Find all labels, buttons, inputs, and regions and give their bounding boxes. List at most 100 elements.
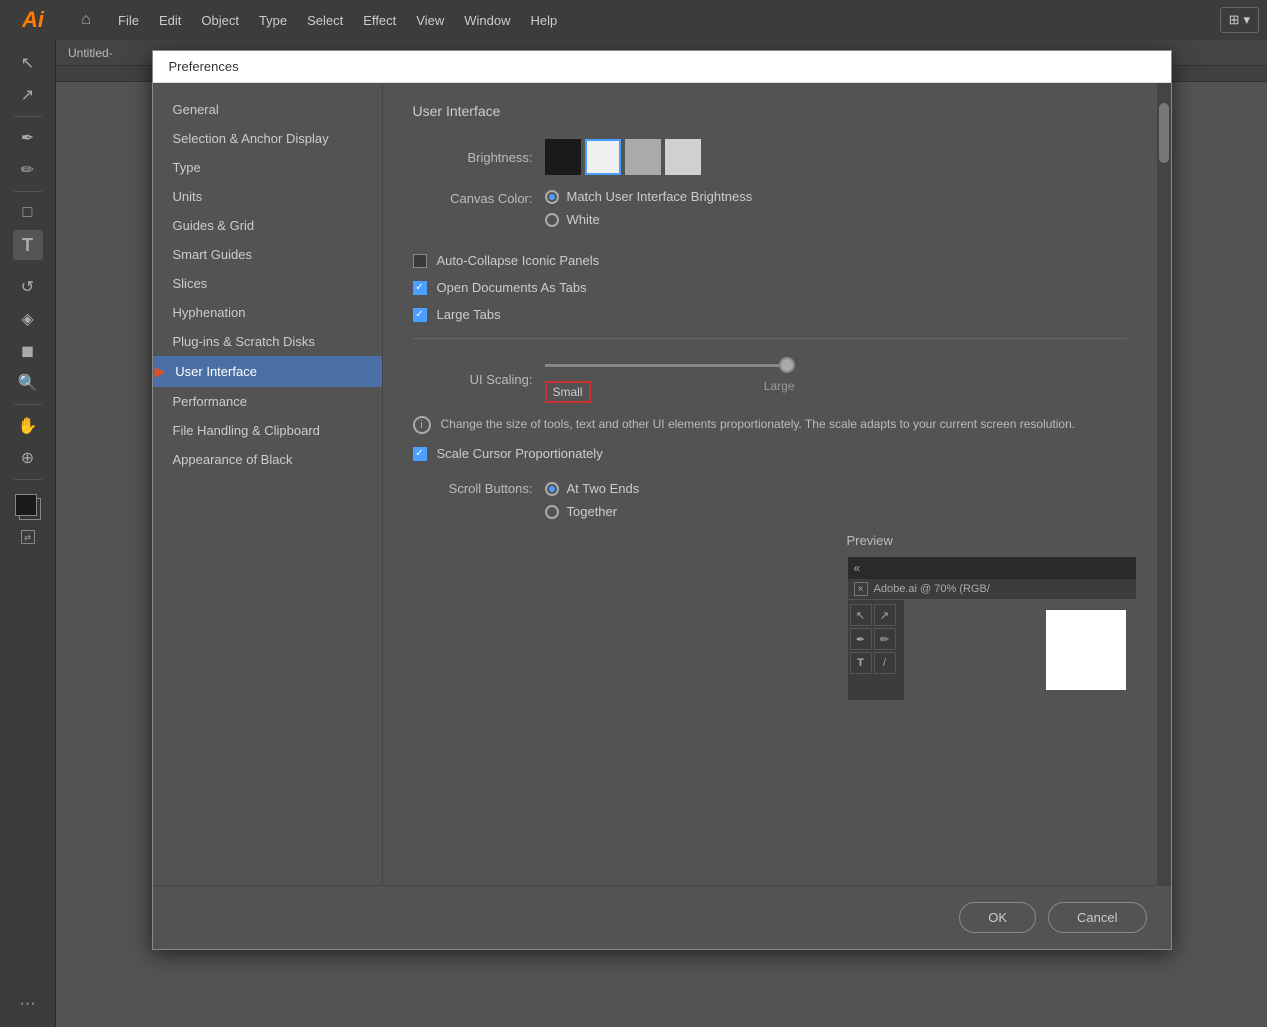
nav-smart-guides[interactable]: Smart Guides — [153, 240, 382, 269]
checkbox-large-tabs[interactable]: Large Tabs — [413, 307, 1127, 322]
tool-more[interactable]: ··· — [13, 989, 43, 1019]
tool-type[interactable]: T — [13, 230, 43, 260]
cancel-button[interactable]: Cancel — [1048, 902, 1146, 933]
dialog-scrollbar[interactable] — [1157, 83, 1171, 885]
scroll-section: Scroll Buttons: At Two Ends Together — [413, 481, 1127, 519]
scroll-buttons-label: Scroll Buttons: — [413, 481, 533, 496]
menu-view[interactable]: View — [406, 9, 454, 32]
cb-auto-collapse[interactable] — [413, 254, 427, 268]
toolbar-separator-4 — [14, 479, 42, 480]
color-fill-stroke — [11, 490, 45, 524]
nav-file-handling[interactable]: File Handling & Clipboard — [153, 416, 382, 445]
cb-large-tabs[interactable] — [413, 308, 427, 322]
tool-fill[interactable]: ◈ — [13, 304, 43, 334]
nav-appearance[interactable]: Appearance of Black — [153, 445, 382, 474]
menu-type[interactable]: Type — [249, 9, 297, 32]
nav-performance[interactable]: Performance — [153, 387, 382, 416]
nav-plugins[interactable]: Plug-ins & Scratch Disks — [153, 327, 382, 356]
preview-close[interactable]: × — [854, 582, 868, 596]
canvas-color-white[interactable]: White — [545, 212, 753, 227]
menu-file[interactable]: File — [108, 9, 149, 32]
canvas-color-match[interactable]: Match User Interface Brightness — [545, 189, 753, 204]
preview-title: Preview — [847, 533, 1137, 548]
nav-type[interactable]: Type — [153, 153, 382, 182]
menu-help[interactable]: Help — [520, 9, 567, 32]
swap-button[interactable]: ⇄ — [21, 530, 35, 544]
menu-object[interactable]: Object — [191, 9, 249, 32]
tool-direct-select[interactable]: ↗ — [13, 80, 43, 110]
scrollbar-thumb[interactable] — [1159, 103, 1169, 163]
nav-hyphenation[interactable]: Hyphenation — [153, 298, 382, 327]
pt-brush: ✏ — [874, 628, 896, 650]
cb-scale-cursor[interactable] — [413, 447, 427, 461]
menu-select[interactable]: Select — [297, 9, 353, 32]
tool-rect[interactable]: □ — [13, 198, 43, 228]
brightness-swatch-medium[interactable] — [625, 139, 661, 175]
brightness-swatch-black[interactable] — [545, 139, 581, 175]
preview-tab-row: × Adobe.ai @ 70% (RGB/ — [848, 579, 1136, 600]
nav-guides[interactable]: Guides & Grid — [153, 211, 382, 240]
canvas-color-label: Canvas Color: — [413, 189, 533, 206]
radio-match[interactable] — [545, 190, 559, 204]
scaling-slider[interactable] — [545, 355, 795, 375]
main-area: ↖ ↗ ✒ ✏ □ T ↺ ◈ ◼ 🔍 ✋ ⊕ ⇄ ··· Untitled- — [0, 40, 1267, 1027]
radio-at-two-ends[interactable] — [545, 482, 559, 496]
scale-info-row: i Change the size of tools, text and oth… — [413, 415, 1127, 434]
spacer-1 — [413, 241, 1127, 253]
preview-tool-row-1: ↖ ↗ — [850, 604, 902, 626]
preview-tab-text: Adobe.ai @ 70% (RGB/ — [874, 583, 990, 595]
scaling-row: UI Scaling: Small — [413, 355, 1127, 403]
cb-open-as-tabs[interactable] — [413, 281, 427, 295]
radio-together[interactable] — [545, 505, 559, 519]
preview-collapse: « — [854, 561, 861, 575]
slider-large-label: Large — [764, 379, 795, 403]
tool-brush[interactable]: ✏ — [13, 155, 43, 185]
scroll-together[interactable]: Together — [545, 504, 640, 519]
menu-window[interactable]: Window — [454, 9, 520, 32]
scroll-at-two-ends[interactable]: At Two Ends — [545, 481, 640, 496]
cb-large-tabs-label: Large Tabs — [437, 307, 501, 322]
checkbox-scale-cursor[interactable]: Scale Cursor Proportionately — [413, 446, 1127, 461]
nav-units[interactable]: Units — [153, 182, 382, 211]
tool-select[interactable]: ↖ — [13, 48, 43, 78]
checkbox-open-as-tabs[interactable]: Open Documents As Tabs — [413, 280, 1127, 295]
brightness-row: Brightness: — [413, 139, 1127, 175]
pt-pen: ✒ — [850, 628, 872, 650]
separator-1 — [413, 338, 1127, 339]
ui-scaling-area: UI Scaling: Small — [413, 355, 1127, 461]
home-button[interactable]: ⌂ — [68, 2, 104, 38]
dialog-body: General Selection & Anchor Display Type … — [153, 83, 1171, 885]
checkbox-auto-collapse[interactable]: Auto-Collapse Iconic Panels — [413, 253, 1127, 268]
fill-box[interactable] — [15, 494, 37, 516]
slider-thumb[interactable] — [779, 357, 795, 373]
nav-slices[interactable]: Slices — [153, 269, 382, 298]
workspace-switcher[interactable]: ⊞ ▾ — [1220, 7, 1259, 33]
tool-zoom2[interactable]: ⊕ — [13, 443, 43, 473]
tool-hand[interactable]: ✋ — [13, 411, 43, 441]
app-logo: Ai — [8, 7, 58, 33]
dialog-title: Preferences — [169, 59, 239, 74]
active-arrow: ▶ — [155, 363, 166, 380]
tool-gradient[interactable]: ◼ — [13, 336, 43, 366]
tool-zoom[interactable]: 🔍 — [13, 368, 43, 398]
preview-canvas — [904, 600, 1136, 700]
menu-effect[interactable]: Effect — [353, 9, 406, 32]
scroll-options: At Two Ends Together — [545, 481, 640, 519]
tool-rotate[interactable]: ↺ — [13, 272, 43, 302]
cb-open-as-tabs-label: Open Documents As Tabs — [437, 280, 587, 295]
menubar-right: ⊞ ▾ — [1220, 7, 1259, 33]
tool-pen[interactable]: ✒ — [13, 123, 43, 153]
brightness-swatch-light[interactable] — [665, 139, 701, 175]
radio-white[interactable] — [545, 213, 559, 227]
preview-tool-row-2: ✒ ✏ — [850, 628, 902, 650]
scroll-buttons-row: Scroll Buttons: At Two Ends Together — [413, 481, 1127, 519]
workspace-dropdown-icon: ▾ — [1243, 12, 1250, 28]
menubar: Ai ⌂ File Edit Object Type Select Effect… — [0, 0, 1267, 40]
brightness-swatch-dark[interactable] — [585, 139, 621, 175]
menu-edit[interactable]: Edit — [149, 9, 191, 32]
ok-button[interactable]: OK — [959, 902, 1036, 933]
nav-general[interactable]: General — [153, 95, 382, 124]
pt-type: T — [850, 652, 872, 674]
nav-selection[interactable]: Selection & Anchor Display — [153, 124, 382, 153]
nav-user-interface[interactable]: ▶ User Interface — [153, 356, 382, 387]
